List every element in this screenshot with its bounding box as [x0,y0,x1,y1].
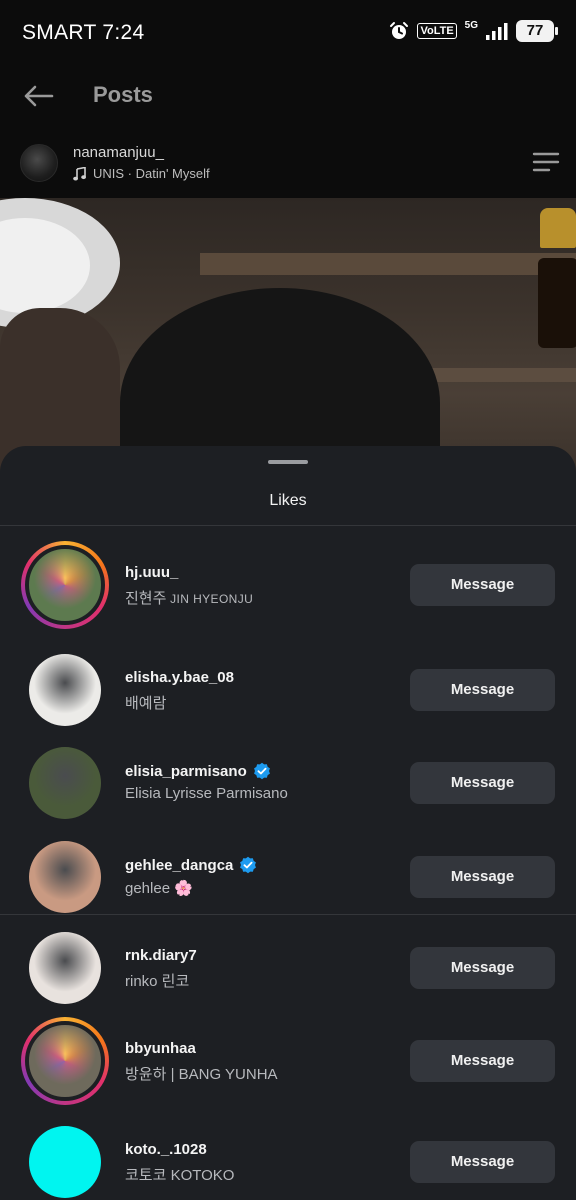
divider [0,525,576,526]
verified-badge-icon [253,762,270,780]
message-button[interactable]: Message [410,564,555,606]
like-username[interactable]: elisha.y.bae_08 [125,669,234,686]
avatar-container[interactable] [21,739,109,827]
likes-sheet: Likes hj.uuu_ 진현주 JIN HYEONJU Message elish… [0,446,576,1200]
like-fullname: Elisia Lyrisse Parmisano [125,785,288,802]
like-user-row[interactable]: bbyunhaa 방윤하 | BANG YUNHA Message [0,1017,576,1107]
signal-icon [486,23,508,40]
like-fullname: 진현주 JIN HYEONJU [125,587,253,608]
author-username[interactable]: nanamanjuu_ [73,144,164,161]
like-user-row[interactable]: gehlee_dangcagehlee 🌸 Message [0,833,576,923]
username-text: gehlee_dangca [125,856,234,874]
status-icons: VoLTE 5G 77 [389,20,558,42]
audio-label: UNIS · Datin' Myself [93,166,210,181]
message-button[interactable]: Message [410,669,555,711]
avatar[interactable] [29,747,101,819]
fullname-text: 방윤하 | BANG YUNHA [125,1066,278,1083]
like-username[interactable]: bbyunhaa [125,1040,196,1057]
username-text: bbyunhaa [125,1040,196,1057]
like-username[interactable]: hj.uuu_ [125,564,178,581]
like-user-row[interactable]: hj.uuu_ 진현주 JIN HYEONJU Message [0,541,576,631]
avatar[interactable] [25,1021,105,1101]
username-text: koto._.1028 [125,1141,207,1158]
avatar-story-ring[interactable] [21,541,109,629]
avatar-container[interactable] [21,833,109,921]
status-bar: SMART 7:24 VoLTE 5G 77 [0,0,576,66]
like-user-row[interactable]: koto._.1028 코토코 KOTOKO Message [0,1118,576,1200]
sheet-title: Likes [269,492,307,509]
carrier-label: SMART [22,21,97,44]
message-button[interactable]: Message [410,856,555,898]
fullname-text: 진현주 [125,590,167,607]
avatar[interactable] [25,545,105,625]
fullname-text: rinko 린코 [125,973,190,990]
like-fullname: 코토코 KOTOKO [125,1164,234,1185]
music-note-icon [73,166,86,180]
post-header: nanamanjuu_ UNIS · Datin' Myself [0,128,576,198]
author-avatar[interactable] [20,144,58,182]
like-username[interactable]: gehlee_dangca [125,856,257,874]
battery-indicator: 77 [516,20,558,42]
fullname-text: 배예람 [125,695,167,712]
like-user-row[interactable]: elisha.y.bae_08 배예람 Message [0,646,576,736]
back-button[interactable] [18,78,58,114]
alarm-icon [390,22,409,39]
like-fullname: 방윤하 | BANG YUNHA [125,1063,278,1084]
avatar[interactable] [29,654,101,726]
fullname-text: gehlee 🌸 [125,880,193,897]
avatar-container[interactable] [21,1118,109,1200]
like-username[interactable]: koto._.1028 [125,1141,207,1158]
post-audio[interactable]: UNIS · Datin' Myself [73,166,210,181]
username-text: elisia_parmisano [125,762,247,780]
username-text: hj.uuu_ [125,564,179,581]
network-type: 5G [464,20,478,31]
avatar[interactable] [29,841,101,913]
like-username[interactable]: elisia_parmisano [125,762,271,780]
like-fullname: rinko 린코 [125,970,189,991]
avatar-container[interactable] [21,646,109,734]
status-carrier-time: SMART 7:24 [22,21,144,45]
message-button[interactable]: Message [410,1040,555,1082]
post-image [0,198,576,478]
like-fullname: 배예람 [125,692,166,713]
like-fullname: gehlee 🌸 [125,879,193,897]
message-button[interactable]: Message [410,947,555,989]
username-text: elisha.y.bae_08 [125,669,234,686]
verified-badge-icon [240,856,257,874]
username-text: rnk.diary7 [125,947,197,964]
like-username[interactable]: rnk.diary7 [125,947,197,964]
page-title: Posts [93,82,153,107]
volte-badge: VoLTE [417,23,457,39]
avatar-story-ring[interactable] [21,1017,109,1105]
avatar[interactable] [29,1126,101,1198]
fullname-suffix: JIN HYEONJU [166,592,254,606]
like-user-row[interactable]: rnk.diary7 rinko 린코 Message [0,924,576,1014]
avatar[interactable] [29,932,101,1004]
top-app-bar: Posts [0,66,576,128]
sheet-drag-handle[interactable] [268,460,308,464]
message-button[interactable]: Message [410,1141,555,1183]
arrow-left-icon [24,85,54,107]
more-options-icon[interactable] [532,150,560,174]
clock: 7:24 [102,21,145,44]
fullname-text: 코토코 KOTOKO [125,1167,235,1184]
like-user-row[interactable]: elisia_parmisano Elisia Lyrisse Parmisano… [0,739,576,829]
avatar-container[interactable] [21,924,109,1012]
message-button[interactable]: Message [410,762,555,804]
fullname-text: Elisia Lyrisse Parmisano [125,785,288,802]
